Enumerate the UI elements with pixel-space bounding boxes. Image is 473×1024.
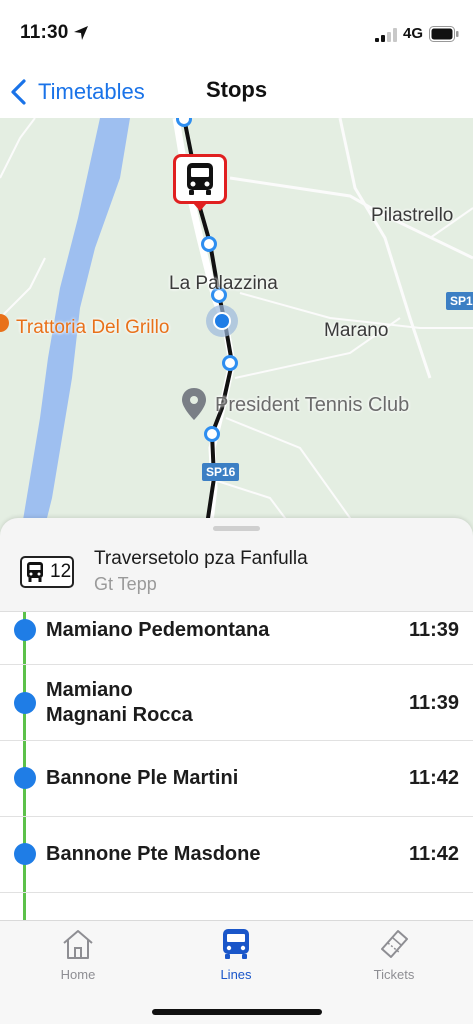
line-number: 12	[50, 561, 72, 582]
stop-name: Mamiano Magnani Rocca	[46, 678, 193, 728]
stop-dot	[14, 692, 36, 714]
stop-dot	[14, 619, 36, 641]
tab-label: Lines	[220, 967, 252, 982]
road-shield-sp1: SP1	[446, 292, 473, 310]
road-shield-sp16: SP16	[202, 463, 240, 481]
map-poi-restaurant[interactable]: Trattoria Del Grillo	[16, 317, 169, 339]
stop-name: Bannone Pte Masdone	[46, 843, 261, 865]
stop-time: 11:39	[408, 692, 459, 714]
stop-time: 11:42	[408, 843, 459, 865]
stop-row[interactable]: Bannone Ple Martini 11:42	[0, 741, 473, 817]
stop-time: 11:39	[408, 619, 459, 641]
stop-row[interactable]: Bannone Pte Masdone 11:42	[0, 817, 473, 893]
stop-time: 11:42	[408, 767, 459, 789]
current-location-dot	[213, 312, 231, 330]
location-arrow-icon	[74, 26, 88, 40]
route-map[interactable]: Pilastrello La Palazzina Marano Trattori…	[0, 118, 473, 538]
bus-icon	[187, 163, 213, 195]
tab-tickets[interactable]: Tickets	[334, 927, 454, 985]
stop-name-line: Mamiano	[46, 679, 133, 701]
home-icon	[63, 930, 93, 959]
signal-icon	[375, 28, 397, 42]
battery-icon	[429, 26, 459, 42]
map-label-marano: Marano	[324, 320, 389, 341]
map-stop	[201, 236, 217, 252]
restaurant-pin-icon	[0, 314, 9, 332]
home-indicator[interactable]	[152, 1009, 322, 1015]
bus-location-marker[interactable]	[173, 154, 227, 204]
sheet-grabber[interactable]	[213, 526, 260, 531]
line-badge: 12	[20, 556, 74, 588]
map-label-pilastrello: Pilastrello	[371, 205, 454, 226]
stop-dot	[14, 767, 36, 789]
stop-dot	[14, 843, 36, 865]
tab-lines[interactable]: Lines	[176, 927, 296, 985]
map-stop	[176, 118, 192, 127]
tab-label: Home	[60, 967, 96, 982]
stops-list[interactable]: Mamiano Pedemontana 11:39 Mamiano Magnan…	[0, 612, 473, 920]
nav-bar: Timetables Stops	[0, 66, 473, 118]
stop-name: Mamiano Pedemontana	[46, 619, 270, 641]
status-bar: 11:30 4G	[0, 0, 473, 66]
tab-bar: Home Lines Tickets	[0, 920, 473, 1024]
line-operator: Gt Tepp	[94, 574, 157, 594]
stops-sheet[interactable]: 12 Traversetolo pza Fanfulla Gt Tepp Mam…	[0, 518, 473, 920]
bus-icon	[27, 562, 43, 582]
status-time: 11:30	[20, 22, 69, 43]
stop-row[interactable]: Mamiano Magnani Rocca 11:39	[0, 665, 473, 741]
stop-row[interactable]: Mamiano Pedemontana 11:39	[0, 594, 473, 665]
ticket-icon	[381, 930, 408, 958]
tab-label: Tickets	[373, 967, 415, 982]
map-stop	[204, 426, 220, 442]
bus-marker-pointer	[193, 203, 207, 211]
map-label-la-palazzina: La Palazzina	[169, 273, 278, 294]
map-stop	[222, 355, 238, 371]
tab-home[interactable]: Home	[18, 927, 138, 985]
bus-icon	[223, 929, 249, 959]
map-poi-tennis-club[interactable]: President Tennis Club	[215, 394, 409, 417]
stop-name-line: Magnani Rocca	[46, 704, 193, 726]
line-destination: Traversetolo pza Fanfulla	[94, 548, 308, 569]
page-title: Stops	[205, 77, 268, 102]
stop-name: Bannone Ple Martini	[46, 767, 239, 789]
network-type: 4G	[403, 25, 424, 42]
